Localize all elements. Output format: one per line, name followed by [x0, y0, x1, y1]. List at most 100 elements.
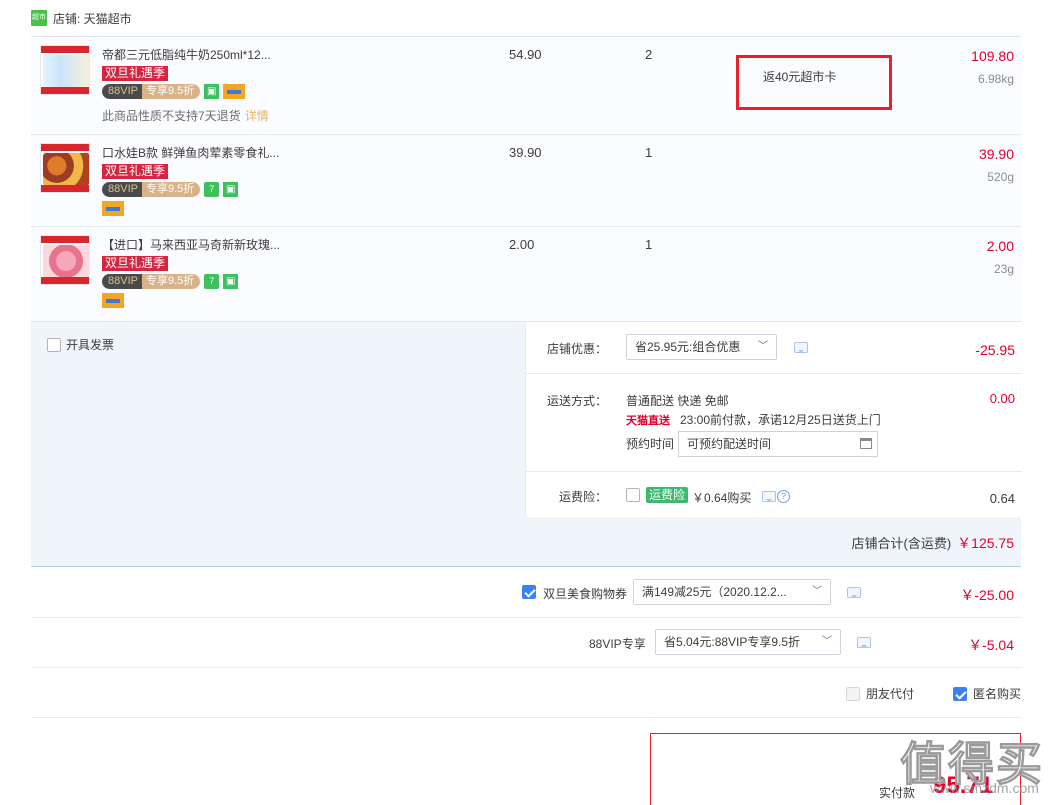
item-weight: 520g — [987, 170, 1014, 184]
reserve-time-label: 预约时间 — [626, 437, 675, 451]
anonymous-label: 匿名购买 — [973, 687, 1022, 701]
quantity: 1 — [645, 145, 653, 160]
shop-total-amount: ￥125.75 — [957, 535, 1014, 551]
shop-total: 店铺合计(含运费) ￥125.75 — [852, 533, 1015, 553]
order-item: 口水娃B款 鲜弹鱼肉荤素零食礼... 双旦礼遇季 88VIP 专享9.5折 7 ▣… — [31, 135, 1021, 227]
shop-discount-select[interactable]: 省25.95元:组合优惠 ﹀ — [626, 334, 777, 360]
unit-price: 2.00 — [509, 237, 535, 252]
badge-row: 88VIP 专享9.5折 ▣ — [102, 84, 246, 99]
insurance-amount: 0.64 — [989, 491, 1015, 506]
seven-day-return-icon: 7 — [204, 182, 220, 197]
order-item: 【进口】马来西亚马奇新新玫瑰... 双旦礼遇季 88VIP 专享9.5折 7 ▣ … — [31, 227, 1021, 321]
order-options-panel: 开具发票 店铺优惠： 省25.95元:组合优惠 ﹀ -25.95 运送方式： 普通… — [31, 321, 1022, 567]
detail-link[interactable]: 详情 — [245, 109, 269, 123]
promo-badge: 双旦礼遇季 — [102, 164, 169, 179]
invoice-checkbox[interactable] — [47, 337, 61, 352]
badge-row: 88VIP 专享9.5折 7 ▣ — [102, 182, 239, 197]
card-icon — [102, 293, 124, 308]
insurance-row: 运费险： 运费险 ￥0.64购买 ? 0.64 — [526, 472, 1022, 517]
quantity: 2 — [645, 47, 653, 62]
vip-discount-badge: 88VIP 专享9.5折 — [102, 274, 201, 289]
shipping-label: 运送方式： — [546, 394, 607, 408]
shop-discount-row: 店铺优惠： 省25.95元:组合优惠 ﹀ -25.95 — [526, 322, 1022, 374]
chevron-down-icon: ﹀ — [822, 636, 832, 647]
coupon-select[interactable]: 满149减25元（2020.12.2... ﹀ — [633, 579, 831, 605]
shop-name[interactable]: 店铺: 天猫超市 — [53, 10, 132, 27]
order-items: 帝都三元低脂纯牛奶250ml*12... 双旦礼遇季 88VIP 专享9.5折 ▣… — [31, 36, 1021, 321]
watermark-url: www.smzdm.com — [930, 780, 1039, 796]
message-icon[interactable] — [847, 587, 861, 598]
message-icon[interactable] — [857, 637, 871, 648]
invoice-option[interactable]: 开具发票 — [47, 336, 114, 353]
vip-discount-row: 88VIP专享 省5.04元:88VIP专享9.5折 ﹀ ￥-5.04 — [31, 618, 1021, 668]
coupon-checkbox[interactable] — [522, 585, 536, 599]
delivery-time-input[interactable]: 可预约配送时间 — [678, 431, 878, 457]
coupon-row: 双旦美食购物券 满149减25元（2020.12.2... ﹀ ￥-25.00 — [31, 568, 1021, 618]
item-subtotal: 2.00 — [986, 238, 1014, 254]
chevron-down-icon: ﹀ — [758, 341, 768, 352]
card-icon — [102, 201, 124, 216]
item-subtotal: 39.90 — [978, 146, 1014, 162]
order-item: 帝都三元低脂纯牛奶250ml*12... 双旦礼遇季 88VIP 专享9.5折 ▣… — [31, 37, 1021, 135]
service-icon: ▣ — [223, 182, 239, 197]
anonymous-option[interactable]: 匿名购买 — [953, 685, 1021, 702]
shop-options: 店铺优惠： 省25.95元:组合优惠 ﹀ -25.95 运送方式： 普通配送 快递… — [525, 322, 1022, 517]
promo-badge: 双旦礼遇季 — [102, 66, 169, 81]
invoice-label: 开具发票 — [66, 338, 115, 352]
shipping-amount: 0.00 — [989, 391, 1015, 406]
item-subtotal: 109.80 — [971, 48, 1014, 64]
product-image[interactable] — [40, 235, 90, 285]
help-icon[interactable]: ? — [777, 490, 790, 503]
vip-amount: ￥-5.04 — [968, 637, 1014, 653]
product-title[interactable]: 帝都三元低脂纯牛奶250ml*12... — [102, 46, 292, 63]
seven-day-return-icon: 7 — [204, 274, 220, 289]
unit-price: 54.90 — [509, 47, 542, 62]
card-row — [102, 293, 124, 311]
tmall-direct-logo: 天猫直送 — [626, 415, 670, 427]
rebate-highlight: 返40元超市卡 — [736, 55, 892, 110]
shop-discount-amount: -25.95 — [975, 342, 1015, 358]
vip-label: 88VIP专享 — [589, 637, 646, 651]
vip-select[interactable]: 省5.04元:88VIP专享9.5折 ﹀ — [655, 629, 841, 655]
shop-header: 超市 店铺: 天猫超市 — [31, 8, 132, 28]
unit-price: 39.90 — [509, 145, 542, 160]
tmall-supermarket-icon: 超市 — [31, 10, 47, 26]
card-icon — [223, 84, 246, 99]
product-title[interactable]: 【进口】马来西亚马奇新新玫瑰... — [102, 236, 292, 253]
coupon-amount: ￥-25.00 — [960, 587, 1014, 603]
rebate-text: 返40元超市卡 — [763, 70, 837, 84]
vip-discount-badge: 88VIP 专享9.5折 — [102, 84, 201, 99]
insurance-checkbox[interactable] — [626, 488, 640, 502]
return-policy-note: 此商品性质不支持7天退货 详情 — [102, 109, 269, 123]
friend-pay-label: 朋友代付 — [866, 687, 915, 701]
promo-badge: 双旦礼遇季 — [102, 256, 169, 271]
product-image[interactable] — [40, 143, 90, 193]
chevron-down-icon: ﹀ — [812, 586, 822, 597]
coupon-label: 双旦美食购物券 — [543, 587, 628, 601]
shipping-method: 普通配送 快递 免邮 — [626, 394, 729, 408]
item-weight: 23g — [993, 262, 1014, 276]
insurance-tag: 运费险 — [646, 487, 689, 503]
shipping-row: 运送方式： 普通配送 快递 免邮 天猫直送 23:00前付款，承诺12月25日送货… — [526, 374, 1022, 472]
delivery-promise: 天猫直送 23:00前付款，承诺12月25日送货上门 — [626, 413, 881, 427]
product-image[interactable] — [40, 45, 90, 95]
insurance-price: ￥0.64购买 — [692, 491, 752, 505]
vip-discount-badge: 88VIP 专享9.5折 — [102, 182, 201, 197]
service-icon: ▣ — [204, 84, 220, 99]
extra-options-row: 朋友代付 匿名购买 — [31, 668, 1021, 718]
quantity: 1 — [645, 237, 653, 252]
badge-row: 88VIP 专享9.5折 7 ▣ — [102, 274, 239, 289]
message-icon[interactable] — [794, 342, 808, 353]
friend-pay-option[interactable]: 朋友代付 — [846, 685, 914, 702]
message-icon[interactable] — [762, 491, 776, 502]
product-title[interactable]: 口水娃B款 鲜弹鱼肉荤素零食礼... — [102, 144, 292, 161]
friend-pay-checkbox[interactable] — [846, 686, 860, 701]
calendar-icon[interactable] — [860, 438, 872, 449]
insurance-label: 运费险： — [558, 490, 607, 504]
service-icon: ▣ — [223, 274, 239, 289]
item-weight: 6.98kg — [977, 72, 1014, 86]
shop-total-label: 店铺合计(含运费) — [851, 536, 952, 551]
shop-discount-label: 店铺优惠： — [546, 342, 607, 356]
anonymous-checkbox[interactable] — [953, 686, 967, 701]
card-row — [102, 201, 124, 219]
